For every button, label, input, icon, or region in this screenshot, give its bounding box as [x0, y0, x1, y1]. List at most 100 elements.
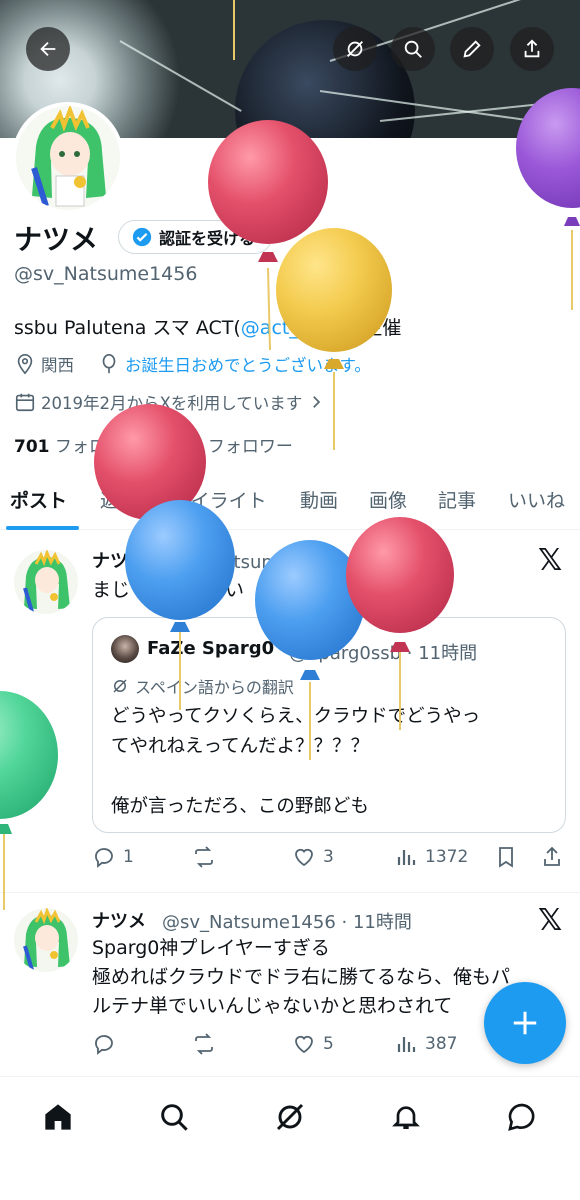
views-icon: [397, 850, 416, 865]
reply-icon: [95, 848, 113, 868]
views-count: 1372: [425, 847, 469, 867]
following-label: フォロー中: [54, 437, 140, 457]
quoted-author-name: FaZe Sparg0: [147, 638, 275, 659]
followers-link[interactable]: 531 フォロワー: [167, 437, 293, 457]
bookmark-button[interactable]: [494, 845, 518, 869]
translation-note: スペイン語からの翻訳: [111, 674, 294, 698]
search-icon: [404, 40, 422, 58]
quoted-post[interactable]: FaZe Sparg0 @Sparg0ssb · 11時間 スペイン語からの翻訳…: [92, 617, 566, 833]
tab-highlights[interactable]: ハイライト: [172, 486, 267, 513]
quoted-handle-time: @Sparg0ssb · 11時間: [289, 643, 478, 664]
share-icon: [524, 39, 540, 58]
profile-tabs: ポスト 返信 ハイライト 動画 画像 記事 いいね: [0, 478, 580, 530]
quoted-avatar: [111, 635, 139, 663]
balloon: [0, 691, 58, 819]
post-handle-time: @sv_Natsume1456 · 11時間: [162, 552, 412, 573]
repost-icon: [195, 846, 213, 868]
reply-button[interactable]: [92, 1032, 123, 1056]
nav-messages[interactable]: [500, 1095, 544, 1139]
share-button[interactable]: [510, 27, 554, 71]
bio-mention-link[interactable]: @act_SSBU: [241, 317, 350, 339]
nav-notifications[interactable]: [384, 1095, 428, 1139]
views-count: 387: [425, 1034, 458, 1054]
location-text: 関西: [41, 356, 74, 375]
get-verified-label: 認証を受ける: [159, 229, 256, 248]
birthday-link[interactable]: お誕生日おめでとうございます。: [125, 352, 371, 376]
tab-posts[interactable]: ポスト: [10, 486, 67, 513]
tab-videos[interactable]: 動画: [300, 486, 338, 513]
post-avatar[interactable]: [14, 908, 78, 972]
views-button[interactable]: 1372: [394, 845, 468, 869]
views-button[interactable]: 387: [394, 1032, 457, 1056]
share-post-button[interactable]: [540, 845, 564, 869]
avatar-illustration: [23, 550, 70, 613]
notifications-icon: [392, 1106, 420, 1129]
get-verified-button[interactable]: 認証を受ける: [118, 220, 273, 254]
share-icon: [544, 846, 560, 866]
post-avatar[interactable]: [14, 550, 78, 614]
post-handle-time: @sv_Natsume1456 · 11時間: [162, 912, 412, 933]
reply-button[interactable]: 1: [92, 845, 134, 869]
post-author-name[interactable]: ナツメ: [92, 907, 146, 933]
back-button[interactable]: [26, 27, 70, 71]
balloon: [346, 517, 454, 633]
following-count: 701: [14, 437, 50, 457]
followers-count: 531: [166, 437, 203, 457]
back-arrow-icon: [40, 41, 56, 57]
nav-home[interactable]: [36, 1095, 80, 1139]
x-logo-icon[interactable]: 𝕏: [538, 903, 562, 938]
profile-name: ナツメ: [14, 223, 99, 256]
heart-icon: [295, 848, 313, 867]
nav-grok[interactable]: [268, 1095, 312, 1139]
follow-counts: 701 フォロー中 531 フォロワー: [14, 432, 293, 457]
grok-button[interactable]: [333, 27, 377, 71]
calendar-icon: [15, 393, 35, 412]
bio-text-prefix: ssbu Palutena スマ ACT(: [14, 317, 241, 339]
compose-post-button[interactable]: [484, 982, 566, 1064]
bookmark-icon: [499, 847, 513, 868]
messages-icon: [508, 1103, 535, 1131]
tab-images[interactable]: 画像: [369, 486, 407, 513]
post-text-line: 極めればクラウドでドラ右に勝てるなら、俺もパ: [92, 966, 511, 988]
x-logo-icon[interactable]: 𝕏: [538, 543, 562, 578]
grok-icon: [276, 1103, 304, 1131]
search-icon: [161, 1104, 188, 1131]
quoted-text: どうやってクソくらえ、クラウドでどうやっ てやれねえってんだよ？？？？ 俺が言っ…: [111, 702, 551, 822]
plus-icon: [513, 1011, 537, 1035]
chevron-right-icon: [313, 396, 321, 408]
bio-text-suffix: ) 主催: [349, 317, 402, 339]
profile-bio: ssbu Palutena スマ ACT(@act_SSBU) 主催: [14, 313, 401, 340]
profile-joined[interactable]: 2019年2月からXを利用しています: [14, 390, 325, 414]
grok-icon: [113, 679, 127, 693]
post-text: Sparg0神プレイヤーすぎる 極めればクラウドでドラ右に勝てるなら、俺もパ ル…: [92, 934, 510, 1021]
tab-likes[interactable]: いいね: [508, 486, 565, 513]
grok-icon: [347, 41, 363, 57]
post-text: まじでかっこいい: [92, 579, 245, 601]
edit-button[interactable]: [450, 27, 494, 71]
tab-articles[interactable]: 記事: [438, 486, 476, 513]
like-button[interactable]: 5: [292, 1032, 334, 1056]
repost-button[interactable]: [192, 1032, 223, 1056]
like-button[interactable]: 3: [292, 845, 334, 869]
following-link[interactable]: 701 フォロー中: [14, 437, 140, 457]
views-icon: [397, 1037, 416, 1052]
profile-handle: @sv_Natsume1456: [14, 263, 198, 285]
tab-replies[interactable]: 返信: [100, 486, 138, 513]
post-author-name[interactable]: ナツメ: [92, 547, 146, 573]
like-count: 3: [323, 847, 334, 867]
nav-search[interactable]: [152, 1095, 196, 1139]
avatar-illustration: [16, 106, 120, 210]
profile-avatar[interactable]: [12, 102, 124, 214]
location-pin-icon: [17, 354, 33, 375]
repost-button[interactable]: [192, 845, 223, 869]
bottom-navigation: [0, 1076, 580, 1200]
quoted-text-line: てやれねえってんだよ？？？？: [111, 736, 370, 757]
quoted-text-line: 俺が言っただろ、この野郎ども: [111, 796, 369, 817]
heart-icon: [295, 1035, 313, 1054]
followers-label: フォロワー: [207, 437, 293, 457]
repost-icon: [195, 1033, 213, 1055]
avatar-illustration: [23, 908, 70, 971]
edit-icon: [463, 40, 481, 58]
search-button[interactable]: [391, 27, 435, 71]
active-tab-indicator: [6, 526, 79, 530]
